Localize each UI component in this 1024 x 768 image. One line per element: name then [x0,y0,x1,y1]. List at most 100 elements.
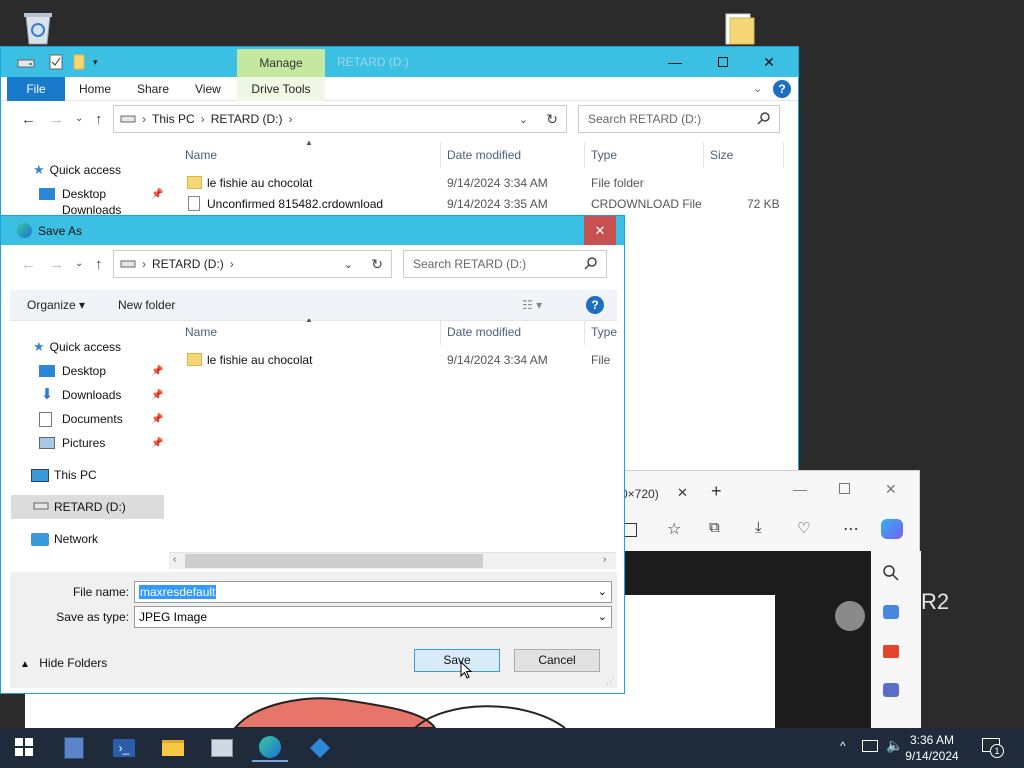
column-name[interactable]: Name [179,319,441,345]
tab-manage[interactable]: Manage [237,49,325,77]
collections-icon[interactable]: ⧉ [709,519,720,536]
nav-desktop[interactable]: Desktop [39,360,106,382]
explorer-title-bar[interactable]: ▾ Manage RETARD (D:) — ✕ [1,47,798,77]
quick-access-dropdown-icon[interactable]: ▾ [93,57,98,68]
forward-arrow-icon[interactable]: → [49,256,64,273]
refresh-icon[interactable]: ↻ [546,111,558,128]
tab-home[interactable]: Home [71,77,119,101]
properties-icon[interactable] [49,54,63,73]
tools-icon[interactable] [883,645,899,658]
recycle-bin-icon[interactable] [18,8,58,46]
table-row[interactable]: le fishie au chocolat 9/14/2024 3:34 AM … [187,173,787,194]
nav-network[interactable]: Network [31,528,98,550]
split-screen-icon[interactable] [625,523,637,537]
column-type[interactable]: Type [585,319,617,345]
organize-button[interactable]: Organize ▾ [27,290,85,321]
refresh-icon[interactable]: ↻ [371,256,383,273]
taskbar-powershell[interactable]: ›_ [106,734,142,762]
table-row[interactable]: le fishie au chocolat 9/14/2024 3:34 AM … [187,350,615,371]
search-input[interactable]: Search RETARD (D:) [403,250,607,278]
tab-view[interactable]: View [187,77,229,101]
ribbon-expand-icon[interactable]: ⌄ [753,82,762,95]
taskbar-network-tool[interactable] [302,734,338,762]
browser-essentials-icon[interactable]: ♡ [797,519,810,537]
save-button[interactable]: Save [414,649,500,672]
dropdown-arrow-icon[interactable]: ⌄ [598,582,607,602]
cancel-button[interactable]: Cancel [514,649,600,672]
pin-icon[interactable]: 📌 [151,414,163,425]
taskbar-edge[interactable] [252,734,288,762]
nav-downloads[interactable]: ⬇ Downloads [39,384,122,406]
maximize-icon[interactable] [839,483,850,494]
tab-drive-tools[interactable]: Drive Tools [237,77,325,101]
column-date-modified[interactable]: Date modified [441,142,585,168]
pin-icon[interactable]: 📌 [151,390,163,401]
shopping-tag-icon[interactable] [883,605,899,619]
recent-dropdown-icon[interactable]: ⌄ [75,113,83,124]
start-button[interactable] [6,734,42,762]
dropdown-arrow-icon[interactable]: ⌄ [598,607,607,627]
copilot-icon[interactable] [881,519,903,539]
games-icon[interactable] [883,683,899,697]
more-icon[interactable]: ⋯ [843,519,859,539]
column-date-modified[interactable]: Date modified [441,319,585,345]
nav-this-pc[interactable]: This PC [31,464,97,486]
tab-title-fragment[interactable]: 0×720) [621,487,659,501]
pin-icon[interactable]: 📌 [151,366,163,377]
pin-icon[interactable]: 📌 [151,189,163,200]
recent-dropdown-icon[interactable]: ⌄ [75,258,83,269]
new-folder-quick-icon[interactable] [73,54,85,73]
taskbar-file-explorer[interactable] [155,734,191,762]
downloads-warning-icon[interactable]: ⤓ [755,519,762,536]
nav-pictures[interactable]: Pictures [39,432,105,454]
show-hidden-icons-icon[interactable]: ^ [840,739,846,753]
save-as-title-bar[interactable]: Save As ✕ [1,216,624,245]
save-as-type-select[interactable]: JPEG Image ⌄ [134,606,612,628]
pin-icon[interactable]: 📌 [151,438,163,449]
notification-center-button[interactable]: 1 [982,738,1004,758]
nav-retard-drive[interactable]: RETARD (D:) [11,495,164,519]
tab-file[interactable]: File [7,77,65,101]
taskbar-server-manager[interactable] [56,734,92,762]
nav-quick-access[interactable]: ★ Quick access [33,336,121,358]
column-size[interactable]: Size [704,142,784,168]
nav-desktop[interactable]: Desktop [39,183,106,205]
help-icon[interactable]: ? [586,296,604,314]
view-options-icon[interactable]: ☷ ▾ [522,298,542,312]
minimize-button[interactable]: — [652,47,698,77]
network-status-icon[interactable] [862,740,878,752]
close-button[interactable]: ✕ [746,47,792,77]
resize-grip-icon[interactable]: ⋰ [606,676,615,687]
tab-share[interactable]: Share [129,77,177,101]
breadcrumb-retard[interactable]: RETARD (D:) [152,257,224,271]
table-row[interactable]: Unconfirmed 815482.crdownload 9/14/2024 … [187,194,787,215]
taskbar-control-panel[interactable] [204,734,240,762]
tab-close-icon[interactable]: ✕ [677,485,688,501]
scroll-right-icon[interactable]: › [603,554,606,565]
address-bar[interactable]: › This PC › RETARD (D:) › ⌄ ↻ [113,105,567,133]
back-arrow-icon[interactable]: ← [21,256,36,273]
close-icon[interactable]: ✕ [885,481,897,498]
address-bar[interactable]: › RETARD (D:) › ⌄ ↻ [113,250,392,278]
file-name-input[interactable]: maxresdefault ⌄ [134,581,612,603]
breadcrumb-this-pc[interactable]: This PC [152,112,195,126]
breadcrumb-retard[interactable]: RETARD (D:) [211,112,283,126]
new-folder-button[interactable]: New folder [118,290,175,321]
back-arrow-icon[interactable]: ← [21,111,36,128]
scroll-thumb[interactable] [185,554,483,568]
up-arrow-icon[interactable]: ↑ [95,111,103,128]
maximize-button[interactable] [700,47,746,77]
search-icon[interactable] [883,565,899,584]
column-name[interactable]: Name [179,142,441,168]
minimize-icon[interactable]: — [793,481,807,497]
column-type[interactable]: Type [585,142,704,168]
help-icon[interactable]: ? [773,80,791,98]
close-button[interactable]: ✕ [584,216,616,245]
address-dropdown-icon[interactable]: ⌄ [344,258,353,271]
horizontal-scrollbar[interactable]: ‹ › [169,552,616,569]
visual-search-icon[interactable] [835,601,865,631]
up-arrow-icon[interactable]: ↑ [95,256,103,273]
new-tab-icon[interactable]: + [711,481,722,502]
nav-quick-access[interactable]: ★ Quick access [33,159,121,181]
system-clock[interactable]: 3:36 AM 9/14/2024 [890,732,974,764]
